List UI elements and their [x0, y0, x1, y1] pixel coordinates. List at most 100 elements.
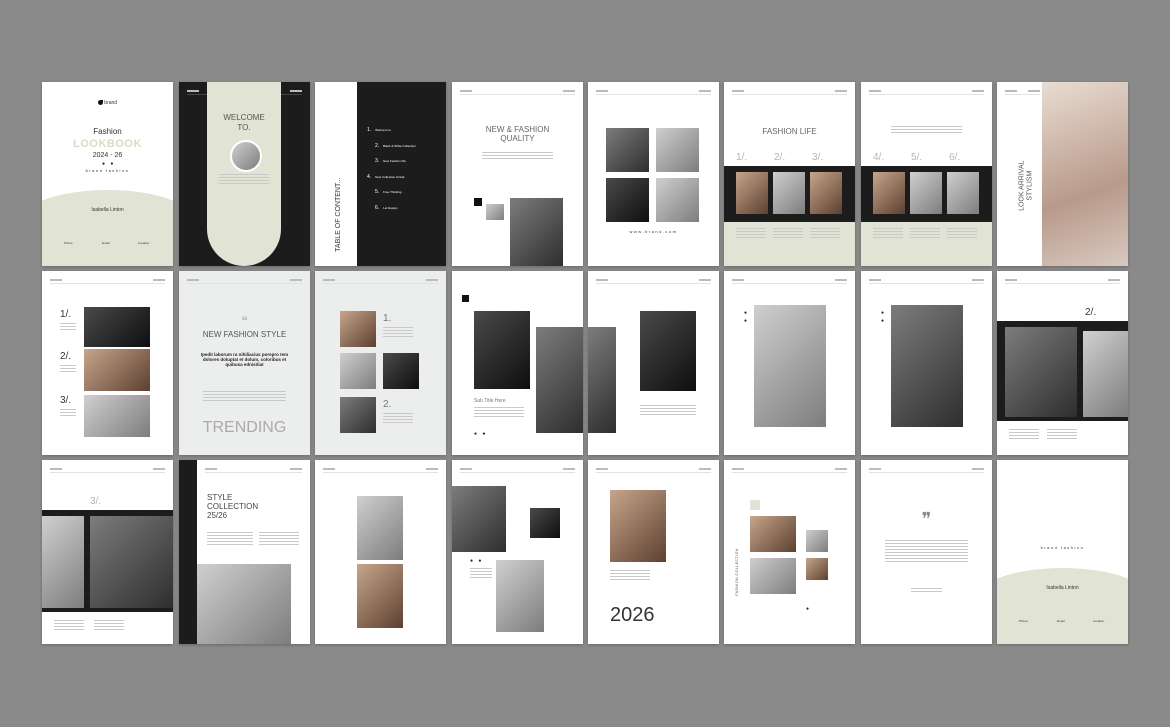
section-number: 3/.: [90, 496, 102, 507]
grid-text: [383, 413, 413, 423]
arrival-title: LOOK ARRIVAL STYLISM: [1018, 160, 1033, 211]
dots: ● ●: [102, 161, 116, 167]
text-block: [873, 228, 903, 238]
street-photo: [754, 305, 826, 427]
welcome-body: [219, 174, 269, 186]
caption-text: [1047, 429, 1077, 439]
dots: ● ●: [881, 310, 885, 324]
page-header: [323, 468, 438, 473]
grid-photo: [606, 128, 649, 172]
quote-author: [911, 588, 942, 593]
sub-title: Sub Title Here: [474, 398, 506, 404]
grid-photo: [606, 178, 649, 222]
dots: ●: [806, 606, 812, 612]
numbered-page: 1/. 2/. 3/.: [42, 271, 173, 455]
dark-sidebar: [179, 460, 197, 644]
small-photo: [530, 508, 560, 538]
page-header: [596, 90, 711, 95]
fashion-life-page: FASHION LIFE 1/. 2/. 3/.: [724, 82, 855, 266]
quality-thumb: [486, 204, 504, 220]
three-slash-page: 3/.: [42, 460, 173, 644]
caption-text: [640, 405, 696, 417]
item-photo: [84, 395, 150, 437]
collection-body: [259, 532, 299, 546]
page-header: [50, 279, 165, 284]
cover-tagline: brand fashion: [85, 168, 130, 173]
page-header: [1005, 279, 1120, 284]
back-author: Isabella Linton: [1046, 585, 1079, 591]
quote-text: [885, 540, 968, 562]
item-text: [60, 409, 76, 417]
seated-photo: [610, 490, 666, 562]
two-slash-page: 2/.: [997, 271, 1128, 455]
grid-number: 1.: [383, 313, 392, 324]
girl-photo: [1083, 331, 1128, 417]
trending-label: TRENDING: [202, 419, 287, 436]
toc-list: 1. Welcome to 2. Black & White Collection …: [367, 127, 416, 211]
style-collection-page: STYLE COLLECTION 25/26: [179, 460, 310, 644]
page-header: [187, 279, 302, 284]
caption-text: [54, 620, 84, 630]
section-number: 2/.: [60, 351, 72, 362]
welcome-avatar: [230, 140, 262, 172]
grid-photo: [656, 128, 699, 172]
caption-text: [610, 570, 650, 580]
cap-photo: [197, 564, 291, 644]
welcome-line2: TO.: [237, 123, 251, 132]
section-number: 4/.: [873, 152, 885, 163]
grid-photo: [656, 178, 699, 222]
hoodie-photo: [474, 311, 530, 389]
portrait-page: ● ●: [861, 271, 992, 455]
strip-photo: [810, 172, 842, 214]
page-header: [460, 90, 575, 95]
section-number: 6/.: [949, 152, 961, 163]
text-block: [910, 228, 940, 238]
hat-photo: [452, 486, 506, 552]
photo-top: [357, 496, 403, 560]
item-text: [60, 323, 76, 331]
page-header: [596, 279, 711, 284]
photo-grid-page: www.brand.com: [588, 82, 719, 266]
two-photo-page: [315, 460, 446, 644]
quote-page: ❞: [861, 460, 992, 644]
strip-photo: [773, 172, 805, 214]
grid-text: [383, 327, 413, 337]
item-photo: [84, 307, 150, 347]
sub-title-body: [474, 407, 524, 419]
welcome-line1: WELCOME: [223, 113, 265, 122]
section-number: 1/.: [736, 152, 748, 163]
dots: ● ●: [744, 310, 748, 324]
caption-text: [94, 620, 124, 630]
page-header: [460, 468, 575, 473]
section-number: 3/.: [812, 152, 824, 163]
cover-footer-band: [42, 190, 173, 266]
year-page: 2026: [588, 460, 719, 644]
intro-text: [891, 126, 962, 135]
page-header: [732, 90, 847, 95]
new-style-body: Ipedit laborum ra nihiliacius porepro te…: [200, 352, 289, 367]
contact-email: Email: [102, 241, 110, 245]
strip-photo: [910, 172, 942, 214]
smile-photo: [891, 305, 963, 427]
collection-photo: [750, 558, 796, 594]
street-page: ● ●: [724, 271, 855, 455]
quote-icon: ❞: [921, 509, 932, 529]
back-footer-band: [997, 568, 1128, 644]
collection-photo: [806, 530, 828, 552]
contact-email: Email: [1057, 619, 1065, 623]
cover-year: 2024 - 26: [92, 152, 123, 159]
page-header: [205, 468, 302, 473]
back-cover-page: brand fashion Isabella Linton Phone Emai…: [997, 460, 1128, 644]
page-header: [50, 468, 165, 473]
sage-square: [750, 500, 760, 510]
grid-number: 2.: [383, 399, 392, 410]
collection-photo: [750, 516, 796, 552]
dots: ● ●: [470, 558, 484, 564]
toc-item: 6. Let Design: [375, 204, 398, 211]
cover-page: brand Fashion LOOKBOOK 2024 - 26 ● ● bra…: [42, 82, 173, 266]
contact-location: Location: [1093, 619, 1105, 623]
toc-item: 1. Welcome to: [367, 127, 391, 133]
toc-title: TABLE OF CONTENT...: [335, 177, 343, 252]
page-header: [1005, 90, 1040, 95]
new-style-title: NEW FASHION STYLE: [202, 330, 287, 339]
